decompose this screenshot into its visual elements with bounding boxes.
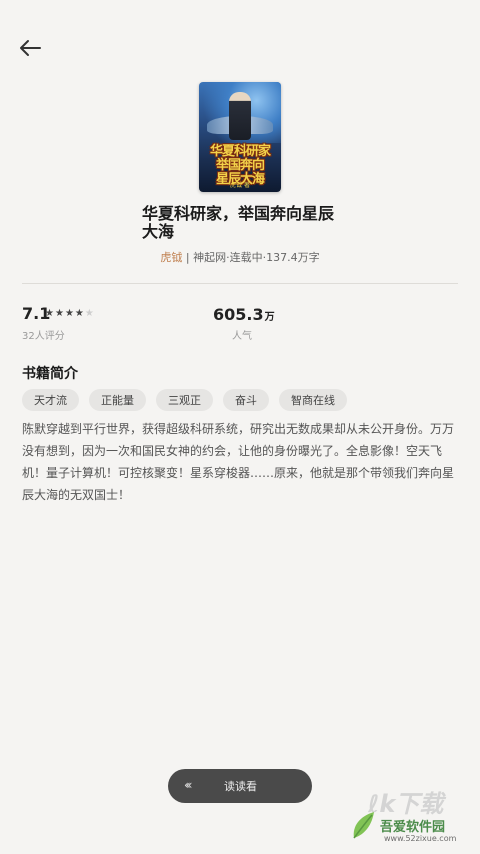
- svg-text:ℓk下载: ℓk下载: [368, 790, 447, 818]
- tag-chip[interactable]: 天才流: [22, 389, 79, 411]
- popularity-unit: 万: [264, 312, 275, 323]
- tag-chip[interactable]: 正能量: [89, 389, 146, 411]
- rating-count: 32人评分: [22, 331, 65, 342]
- star-half-icon: ★: [74, 308, 85, 319]
- watermark-name: 吾爱软件园: [380, 820, 446, 835]
- tag-list: 天才流 正能量 三观正 奋斗 智商在线: [22, 389, 347, 411]
- tag-chip[interactable]: 智商在线: [279, 389, 347, 411]
- star-rating: ★★★★★: [45, 308, 95, 319]
- back-button[interactable]: [16, 36, 44, 60]
- popularity-number: 605.3: [213, 305, 264, 324]
- star-empty-icon: ★: [84, 308, 95, 319]
- read-button-label: 读读看: [224, 780, 257, 793]
- popularity-label: 人气: [232, 331, 252, 342]
- tag-chip[interactable]: 三观正: [156, 389, 213, 411]
- cover-author: 虎钺 著: [230, 182, 250, 189]
- watermark-url: www.52zixue.com: [384, 834, 457, 843]
- book-meta-details: | 神起网·连载中·137.4万字: [182, 251, 320, 264]
- leaf-icon: [353, 812, 374, 839]
- chevron-left-triple-icon: ‹‹‹: [184, 778, 193, 792]
- divider: [22, 283, 458, 284]
- read-button[interactable]: ‹‹‹ 读读看: [168, 769, 312, 803]
- author-link[interactable]: 虎钺: [160, 251, 182, 264]
- star-icon: ★: [64, 308, 75, 319]
- book-cover: 华夏科研家 举国奔向 星辰大海 虎钺 著: [199, 82, 281, 192]
- book-description: 陈默穿越到平行世界，获得超级科研系统，研究出无数成果却从未公开身份。万万没有想到…: [22, 422, 455, 502]
- book-title: 华夏科研家，举国奔向星辰大海: [142, 204, 335, 241]
- arrow-left-icon: [20, 40, 41, 56]
- tag-chip[interactable]: 奋斗: [223, 389, 269, 411]
- watermark-logo: ℓk下载 吾爱软件园 www.52zixue.com: [344, 786, 474, 848]
- star-icon: ★: [54, 308, 65, 319]
- book-meta: 虎钺 | 神起网·连载中·137.4万字: [0, 249, 480, 265]
- popularity-value: 605.3万: [213, 305, 275, 324]
- intro-section-title: 书籍简介: [22, 366, 78, 382]
- star-icon: ★: [45, 308, 55, 319]
